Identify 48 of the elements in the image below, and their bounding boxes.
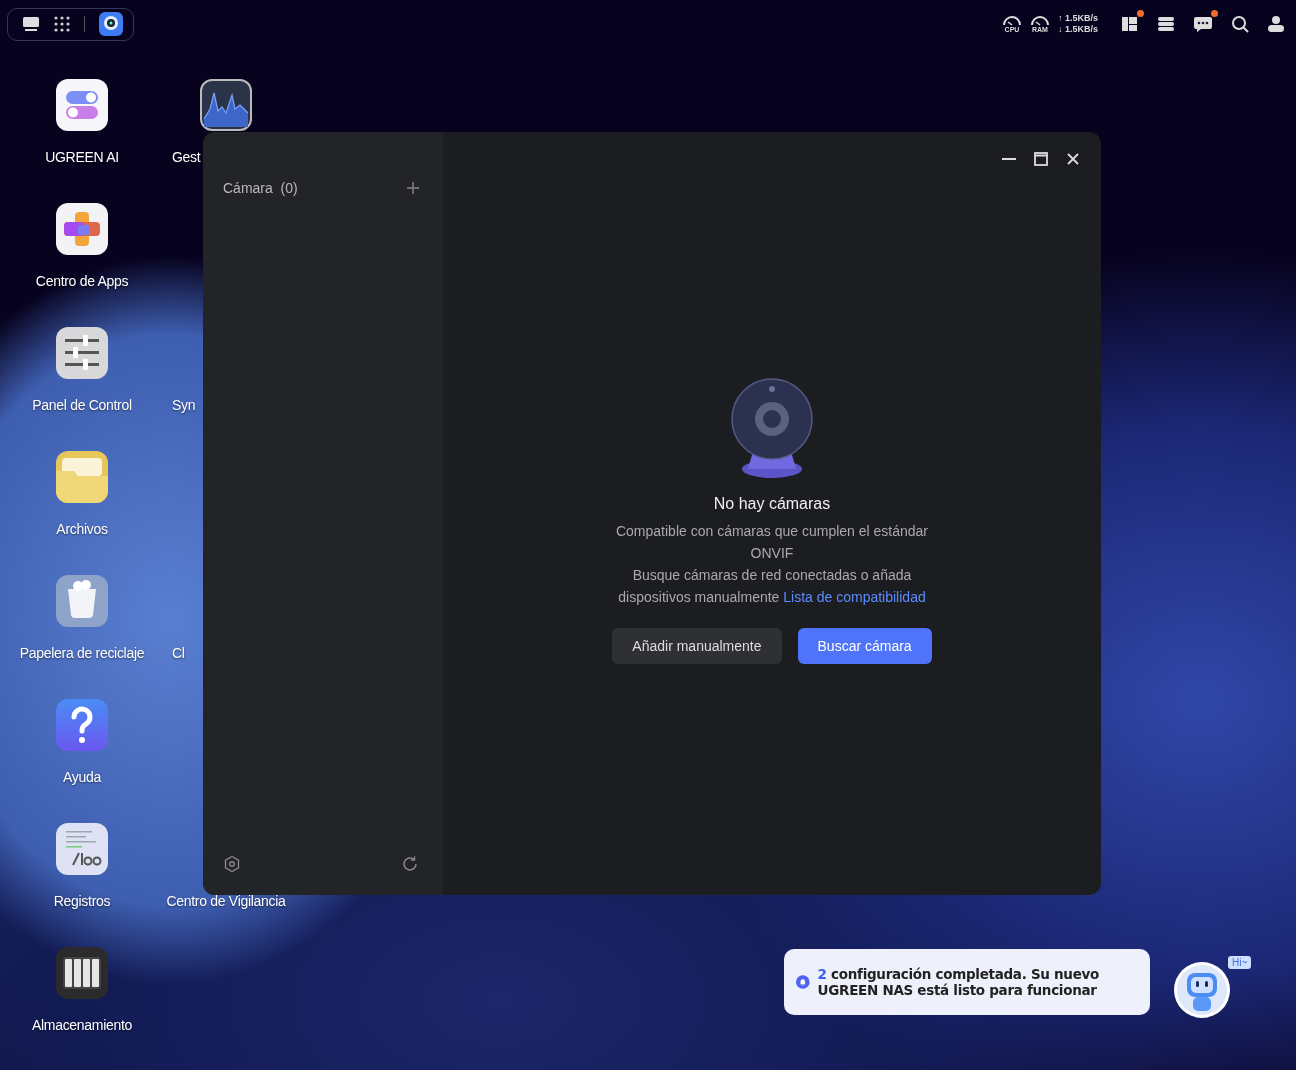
- app-label[interactable]: Ayuda: [63, 769, 101, 785]
- notification-message: 2 configuración completada. Su nuevo UGREEN NAS está listo para funcionar: [817, 966, 1100, 998]
- gauge-icon[interactable]: [1001, 14, 1022, 26]
- trash-bin-app-icon[interactable]: [56, 575, 108, 627]
- user-icon[interactable]: [1267, 15, 1285, 33]
- app-label[interactable]: Centro de Vigilancia: [166, 893, 286, 909]
- gauge-icon[interactable]: [1029, 14, 1050, 26]
- app-label[interactable]: Archivos: [56, 521, 108, 537]
- app-label[interactable]: Syn: [172, 397, 196, 413]
- server-icon[interactable]: [1157, 15, 1175, 33]
- toggle-switch-app-icon[interactable]: [56, 79, 108, 131]
- add-icon[interactable]: [407, 182, 419, 194]
- app-label[interactable]: Gest: [172, 149, 201, 165]
- app-label[interactable]: Panel de Control: [32, 397, 132, 413]
- app-label[interactable]: Centro de Apps: [35, 273, 129, 289]
- search-camera-button[interactable]: Buscar cámara: [797, 628, 932, 664]
- app-label[interactable]: Cl: [172, 645, 185, 661]
- question-mark-app-icon[interactable]: [56, 699, 108, 751]
- sidebar-title: Cámara (0): [223, 180, 298, 196]
- empty-state-description: Busque cámaras de red conectadas o añada dispositivos manualmente Lista de compatibilidad: [617, 566, 927, 607]
- empty-state-description: Compatible con cámaras que cumplen el estándar ONVIF: [614, 522, 930, 563]
- settings-icon[interactable]: [223, 855, 241, 873]
- widgets-icon[interactable]: [1121, 15, 1139, 33]
- app-label[interactable]: Papelera de reciclaje: [19, 645, 145, 661]
- upload-speed: ↑ 1.5KB/s: [1057, 13, 1098, 24]
- download-speed: ↓ 1.5KB/s: [1057, 24, 1098, 35]
- maximize-icon[interactable]: [1034, 152, 1048, 166]
- folder-app-icon[interactable]: [56, 451, 108, 503]
- sliders-app-icon[interactable]: [56, 327, 108, 379]
- chat-icon[interactable]: [1193, 15, 1213, 33]
- app-label[interactable]: Almacenamiento: [31, 1017, 133, 1033]
- close-icon[interactable]: [1066, 152, 1080, 166]
- app-label[interactable]: UGREEN AI: [45, 149, 119, 165]
- search-icon[interactable]: [1231, 15, 1249, 33]
- greeting-bubble: Hi~: [1228, 956, 1252, 969]
- log-file-app-icon[interactable]: [56, 823, 108, 875]
- camera-app-icon[interactable]: [99, 12, 123, 36]
- refresh-icon[interactable]: [401, 855, 419, 873]
- line-graph-app-icon[interactable]: [200, 79, 252, 131]
- empty-state-title: No hay cámaras: [713, 495, 831, 513]
- blocks-app-icon[interactable]: [56, 203, 108, 255]
- compatibility-link[interactable]: Lista de compatibilidad: [783, 589, 926, 605]
- app-grid-icon[interactable]: [54, 16, 70, 32]
- robot-assistant-drawing[interactable]: [1173, 961, 1231, 1019]
- desktop-icon[interactable]: [22, 16, 40, 32]
- drive-bays-app-icon[interactable]: [56, 947, 108, 999]
- add-manually-button[interactable]: Añadir manualmente: [612, 628, 782, 664]
- app-label[interactable]: Registros: [53, 893, 111, 909]
